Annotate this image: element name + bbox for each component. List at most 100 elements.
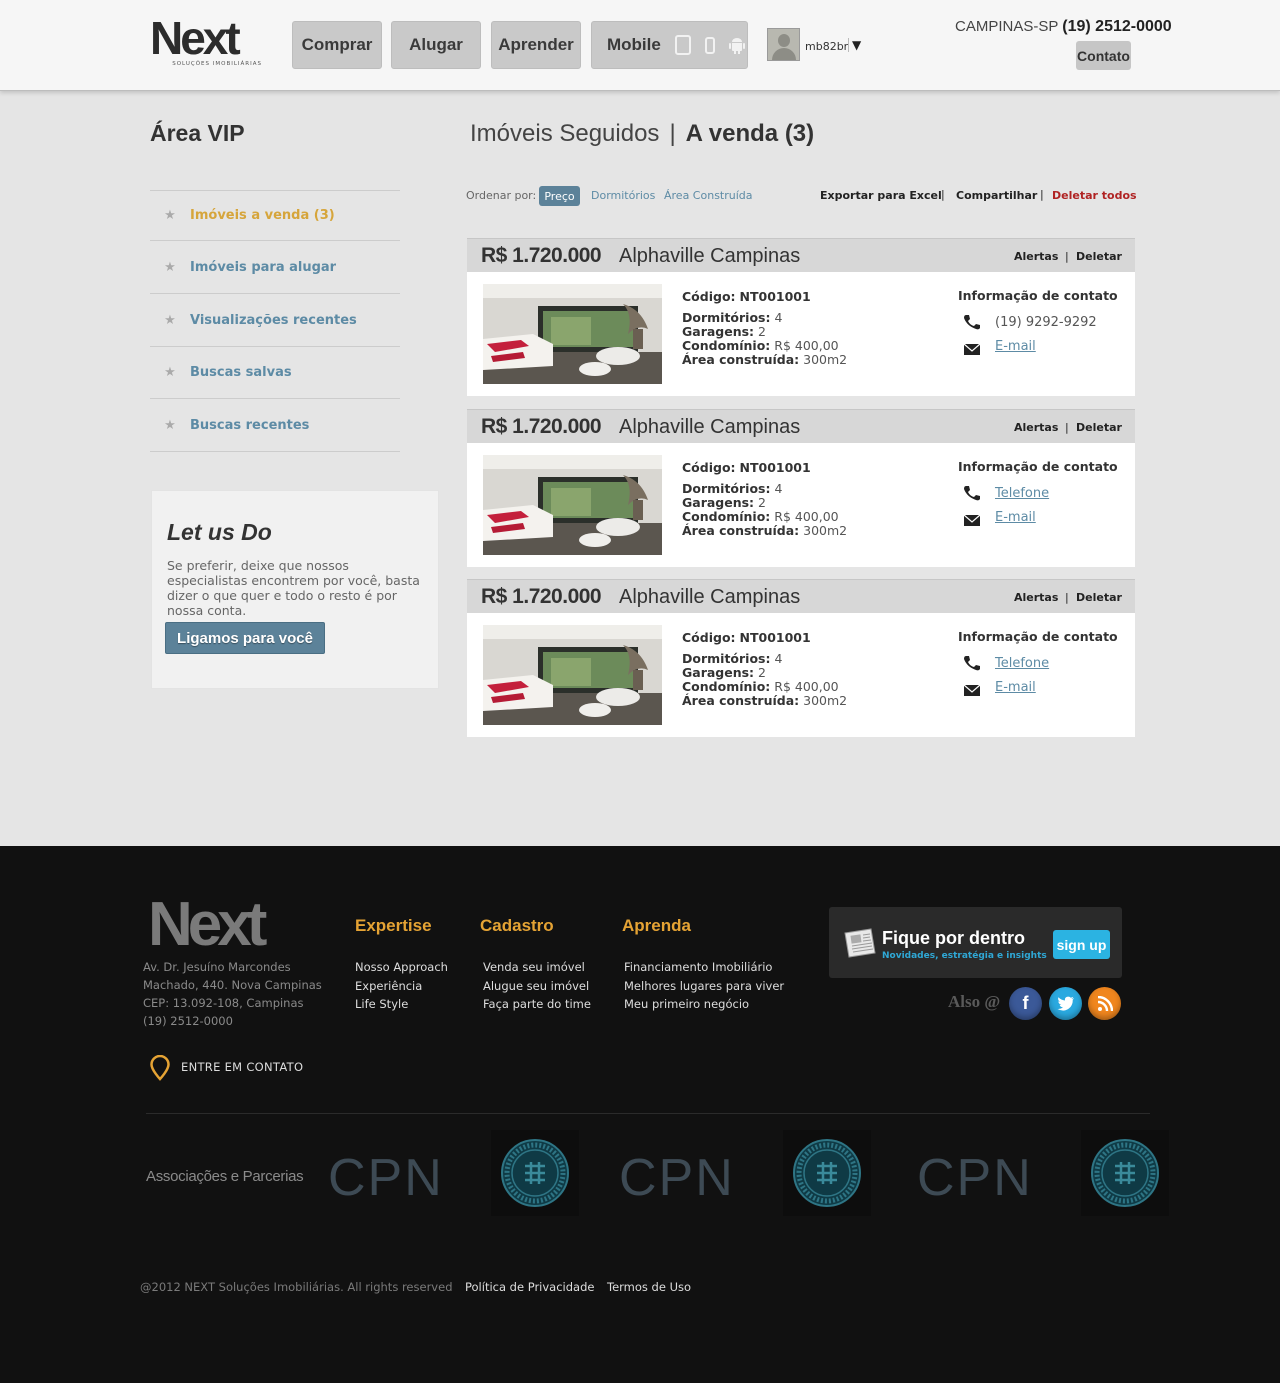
share-link[interactable]: Compartilhar bbox=[956, 189, 1037, 202]
address-line: Machado, 440. Nova Campinas bbox=[143, 978, 322, 992]
deletar-link[interactable]: Deletar bbox=[1076, 250, 1122, 263]
dormitorios-value: 4 bbox=[774, 481, 783, 496]
sidebar-item-visualizacoes[interactable]: ★ Visualizações recentes bbox=[150, 293, 400, 346]
delete-all-link[interactable]: Deletar todos bbox=[1052, 189, 1137, 202]
cpn-logo[interactable]: CPN bbox=[328, 1148, 444, 1208]
newspaper-icon bbox=[844, 928, 876, 958]
cpn-logo[interactable]: CPN bbox=[917, 1148, 1033, 1208]
footer-link[interactable]: Experiência bbox=[355, 977, 448, 996]
sort-option-dormitorios[interactable]: Dormitórios bbox=[591, 189, 655, 202]
contato-button[interactable]: Contato bbox=[1076, 41, 1131, 70]
footer-link[interactable]: Nosso Approach bbox=[355, 958, 448, 977]
listing-area: Área construída: 300m2 bbox=[682, 523, 847, 539]
listing-photo[interactable] bbox=[483, 455, 662, 555]
nav-comprar-button[interactable]: Comprar bbox=[292, 21, 382, 69]
footer-link[interactable]: Venda seu imóvel bbox=[483, 958, 591, 977]
area-label: Área construída: bbox=[682, 693, 800, 708]
sidebar-item-buscas-salvas[interactable]: ★ Buscas salvas bbox=[150, 346, 400, 398]
nav-mobile-button[interactable]: Mobile bbox=[591, 21, 748, 69]
export-excel-link[interactable]: Exportar para Excel bbox=[820, 189, 942, 202]
footer-link[interactable]: Life Style bbox=[355, 995, 448, 1014]
dormitorios-label: Dormitórios: bbox=[682, 310, 771, 325]
sidebar-item-label: Buscas recentes bbox=[190, 417, 310, 433]
sort-option-preco[interactable]: Preço bbox=[539, 186, 580, 206]
footer-link[interactable]: Meu primeiro negócio bbox=[624, 995, 784, 1014]
sort-option-area[interactable]: Área Construída bbox=[664, 189, 753, 202]
rss-icon[interactable] bbox=[1088, 987, 1121, 1020]
garagens-label: Garagens: bbox=[682, 665, 755, 680]
footer-address: Av. Dr. Jesuíno Marcondes Machado, 440. … bbox=[143, 958, 333, 1030]
guarani-club-logo[interactable] bbox=[783, 1130, 871, 1216]
listing-card: R$ 1.720.000 Alphaville Campinas Alertas… bbox=[467, 409, 1135, 567]
footer-link[interactable]: Melhores lugares para viver bbox=[624, 977, 784, 996]
twitter-icon[interactable] bbox=[1049, 987, 1082, 1020]
tablet-icon bbox=[674, 35, 691, 55]
footer-link[interactable]: Financiamento Imobiliário bbox=[624, 958, 784, 977]
contact-phone-link[interactable]: Telefone bbox=[995, 486, 1049, 501]
next-logo[interactable]: Next SOLUÇÕES IMOBILIÁRIAS bbox=[150, 15, 262, 70]
deletar-link[interactable]: Deletar bbox=[1076, 421, 1122, 434]
sidebar-divider bbox=[150, 451, 400, 452]
alertas-link[interactable]: Alertas bbox=[1014, 250, 1058, 263]
let-us-do-box: Let us Do Se preferir, deixe que nossos … bbox=[151, 490, 439, 689]
contact-email-link[interactable]: E-mail bbox=[995, 680, 1036, 695]
listing-photo[interactable] bbox=[483, 625, 662, 725]
garagens-label: Garagens: bbox=[682, 324, 755, 339]
contact-phone[interactable]: (19) 9292-9292 bbox=[995, 315, 1097, 330]
guarani-club-logo[interactable] bbox=[491, 1130, 579, 1216]
sidebar-item-imoveis-venda[interactable]: ★ Imóveis a venda (3) bbox=[150, 190, 400, 240]
star-icon: ★ bbox=[164, 365, 176, 380]
sidebar-item-imoveis-alugar[interactable]: ★ Imóveis para alugar bbox=[150, 240, 400, 293]
privacy-link[interactable]: Política de Privacidade bbox=[465, 1280, 594, 1294]
listing-photo[interactable] bbox=[483, 284, 662, 384]
star-icon: ★ bbox=[164, 312, 176, 328]
contact-email-link[interactable]: E-mail bbox=[995, 339, 1036, 354]
contact-phone-link[interactable]: Telefone bbox=[995, 656, 1049, 671]
sidebar-title: Área VIP bbox=[150, 120, 245, 146]
nav-aprender-button[interactable]: Aprender bbox=[491, 21, 581, 69]
also-label: Also @ bbox=[948, 992, 1001, 1011]
listing-location[interactable]: Alphaville Campinas bbox=[619, 245, 800, 268]
contact-link[interactable]: ENTRE EM CONTATO bbox=[181, 1060, 303, 1074]
user-menu-dropdown-icon[interactable]: ▼ bbox=[848, 38, 861, 52]
dormitorios-value: 4 bbox=[774, 310, 783, 325]
listing-location[interactable]: Alphaville Campinas bbox=[619, 416, 800, 439]
header-phone-number: (19) 2512-0000 bbox=[1062, 18, 1172, 35]
codigo-value: NT001001 bbox=[739, 289, 811, 304]
footer-col-expertise: Nosso Approach Experiência Life Style bbox=[355, 958, 448, 1014]
guarani-club-logo[interactable] bbox=[1081, 1130, 1169, 1216]
newsletter-title: Fique por dentro bbox=[882, 928, 1025, 948]
listing-code: Código: NT001001 bbox=[682, 289, 811, 305]
star-icon: ★ bbox=[164, 208, 176, 223]
facebook-icon[interactable]: f bbox=[1009, 987, 1042, 1020]
footer-link[interactable]: Faça parte do time bbox=[483, 995, 591, 1014]
sidebar-item-label: Imóveis a venda (3) bbox=[190, 208, 335, 223]
footer-link[interactable]: Alugue seu imóvel bbox=[483, 977, 591, 996]
title-separator: | bbox=[669, 120, 676, 147]
alertas-link[interactable]: Alertas bbox=[1014, 591, 1058, 604]
listing-location[interactable]: Alphaville Campinas bbox=[619, 586, 800, 609]
username-label[interactable]: mb82br bbox=[805, 40, 848, 53]
area-value: 300m2 bbox=[803, 352, 848, 367]
cpn-logo[interactable]: CPN bbox=[619, 1148, 735, 1208]
nav-alugar-button[interactable]: Alugar bbox=[391, 21, 481, 69]
page-title: Imóveis Seguidos | A venda (3) bbox=[470, 120, 814, 148]
listing-price: R$ 1.720.000 bbox=[481, 415, 602, 438]
condominio-value: R$ 400,00 bbox=[774, 338, 839, 353]
address-line: CEP: 13.092-108, Campinas bbox=[143, 996, 304, 1010]
sidebar-item-buscas-recentes[interactable]: ★ Buscas recentes bbox=[150, 398, 400, 451]
ligamos-button[interactable]: Ligamos para você bbox=[165, 622, 325, 654]
footer-logo[interactable]: Next bbox=[148, 894, 267, 956]
listing-area: Área construída: 300m2 bbox=[682, 352, 848, 368]
footer-col-aprenda: Financiamento Imobiliário Melhores lugar… bbox=[624, 958, 784, 1014]
area-label: Área construída: bbox=[682, 352, 800, 367]
alertas-link[interactable]: Alertas bbox=[1014, 421, 1058, 434]
contact-email-link[interactable]: E-mail bbox=[995, 510, 1036, 525]
deletar-link[interactable]: Deletar bbox=[1076, 591, 1122, 604]
phone-icon bbox=[964, 656, 980, 671]
signup-button[interactable]: sign up bbox=[1053, 930, 1110, 959]
let-us-do-title: Let us Do bbox=[167, 519, 272, 545]
terms-link[interactable]: Termos de Uso bbox=[607, 1280, 691, 1294]
area-label: Área construída: bbox=[682, 523, 800, 538]
user-avatar[interactable] bbox=[767, 28, 800, 61]
